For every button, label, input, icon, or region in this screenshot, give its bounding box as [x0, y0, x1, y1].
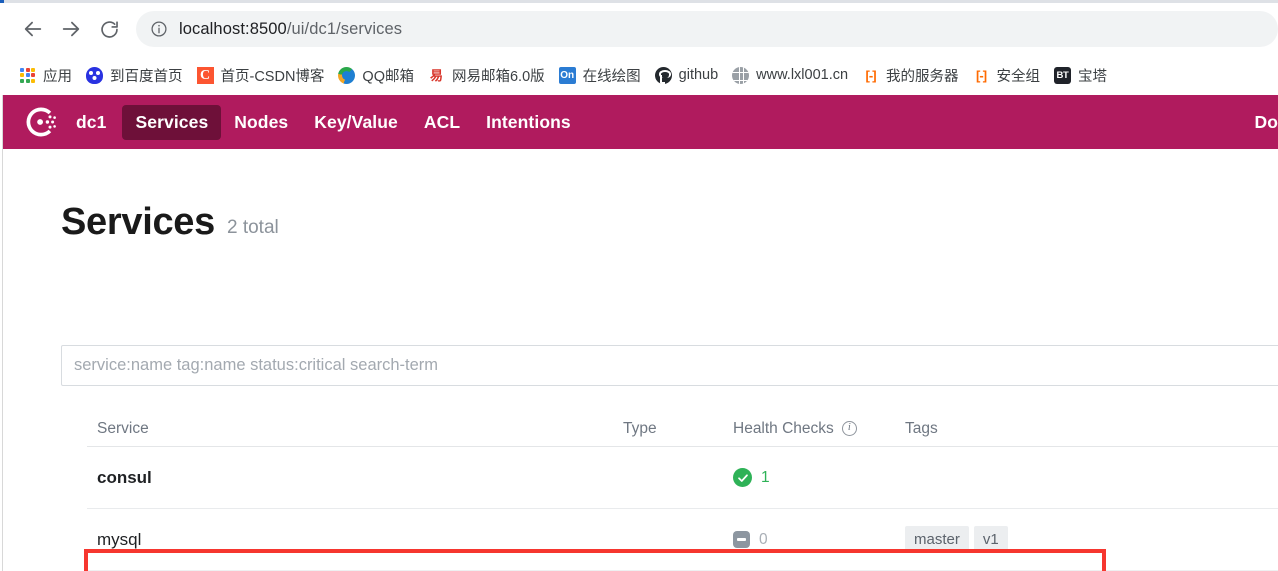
info-circle-icon[interactable]: i	[841, 421, 857, 436]
url-text: localhost:8500/ui/dc1/services	[179, 20, 402, 39]
bookmark-label: www.lxl001.cn	[756, 67, 849, 83]
page-title: Services	[61, 201, 215, 243]
nav-item-nodes[interactable]: Nodes	[221, 105, 301, 140]
table-header-row: Service Type Health Checks i Tags	[87, 411, 1278, 447]
service-tags: master v1	[905, 526, 1145, 553]
url-path: /ui/dc1/services	[286, 19, 403, 38]
browser-chrome: localhost:8500/ui/dc1/services 应用 到百度首页	[0, 0, 1278, 95]
bookmark-lxl001[interactable]: www.lxl001.cn	[725, 61, 855, 89]
bookmark-baidu[interactable]: 到百度首页	[79, 61, 190, 89]
viewport-left-edge	[0, 95, 3, 571]
url-host: localhost:8500	[179, 19, 287, 38]
minus-square-icon	[733, 531, 750, 548]
bookmark-apps[interactable]: 应用	[12, 61, 79, 89]
reload-icon[interactable]	[90, 10, 128, 48]
bookmark-label: 在线绘图	[582, 68, 641, 85]
bookmark-netease-mail[interactable]: 易 网易邮箱6.0版	[421, 61, 552, 89]
aliyun-bracket-icon: [-]	[976, 67, 987, 83]
service-name[interactable]: consul	[97, 468, 152, 487]
consul-logo-icon[interactable]	[22, 103, 60, 141]
check-circle-icon	[733, 468, 752, 487]
bookmark-label: QQ邮箱	[362, 68, 414, 85]
page-viewport: dc1 Services Nodes Key/Value ACL Intenti…	[0, 95, 1278, 571]
browser-toolbar: localhost:8500/ui/dc1/services	[0, 3, 1278, 55]
bookmark-my-server[interactable]: [-] 我的服务器	[855, 61, 966, 89]
online-draw-icon: On	[558, 66, 576, 84]
column-header-type[interactable]: Type	[623, 420, 733, 438]
bookmark-github[interactable]: github	[648, 61, 726, 89]
bookmark-qqmail[interactable]: QQ邮箱	[331, 61, 421, 89]
consul-main-nav: dc1 Services Nodes Key/Value ACL Intenti…	[0, 95, 1278, 149]
bookmark-bt-panel[interactable]: BT 宝塔	[1047, 61, 1114, 89]
tag-badge[interactable]: master	[905, 526, 969, 553]
tag-badge[interactable]: v1	[973, 526, 1008, 553]
nav-item-docs[interactable]: Do	[1241, 105, 1278, 140]
address-bar[interactable]: localhost:8500/ui/dc1/services	[136, 11, 1278, 47]
bookmark-bar: 应用 到百度首页 C 首页-CSDN博客 QQ邮箱 易 网易邮箱6.0版 On …	[0, 55, 1278, 95]
netease-mail-icon: 易	[429, 67, 443, 83]
bt-panel-icon: BT	[1054, 66, 1072, 84]
csdn-c-icon: C	[196, 66, 214, 84]
bookmark-label: 到百度首页	[110, 68, 183, 85]
baidu-paw-icon	[86, 66, 103, 84]
github-mark-icon	[654, 66, 672, 84]
bookmark-label: 安全组	[996, 68, 1041, 85]
screenshot-root: localhost:8500/ui/dc1/services 应用 到百度首页	[0, 0, 1278, 571]
search-field-wrapper	[61, 345, 1278, 386]
aliyun-bracket-icon: [-]	[865, 67, 877, 83]
bookmark-csdn[interactable]: C 首页-CSDN博客	[190, 61, 332, 89]
bookmark-label: 应用	[43, 68, 72, 85]
column-header-tags[interactable]: Tags	[905, 420, 1145, 438]
services-table: Service Type Health Checks i Tags consul	[87, 411, 1278, 571]
nav-item-acl[interactable]: ACL	[411, 105, 473, 140]
page-header: Services 2 total	[61, 203, 279, 241]
bookmark-online-draw[interactable]: On 在线绘图	[552, 61, 648, 89]
qq-mail-icon	[338, 66, 356, 84]
service-health-checks: 0	[733, 531, 905, 549]
table-row[interactable]: mysql 0 master v1	[87, 509, 1278, 571]
bookmark-security-group[interactable]: [-] 安全组	[966, 61, 1048, 89]
bookmark-label: github	[678, 67, 719, 83]
nav-datacenter-dc1[interactable]: dc1	[74, 105, 122, 140]
bookmark-label: 宝塔	[1078, 68, 1108, 85]
column-header-service[interactable]: Service	[97, 420, 623, 438]
service-name[interactable]: mysql	[97, 530, 141, 549]
search-input[interactable]	[61, 345, 1278, 386]
services-page: Services 2 total Service Type Health Che…	[3, 149, 1278, 571]
bookmark-label: 我的服务器	[886, 68, 959, 85]
health-check-count: 1	[761, 468, 770, 486]
column-header-health-label: Health Checks	[733, 419, 834, 437]
nav-item-key-value[interactable]: Key/Value	[301, 105, 411, 140]
health-check-count: 0	[759, 530, 768, 548]
forward-arrow-icon[interactable]	[52, 10, 90, 48]
nav-right-group: Do	[1241, 105, 1278, 140]
back-arrow-icon[interactable]	[14, 10, 52, 48]
bookmark-label: 网易邮箱6.0版	[451, 68, 545, 85]
globe-icon	[732, 66, 750, 84]
service-health-checks: 1	[733, 468, 905, 487]
table-row[interactable]: consul 1	[87, 447, 1278, 509]
bookmark-label: 首页-CSDN博客	[220, 68, 325, 85]
service-total-count: 2 total	[226, 217, 279, 239]
apps-grid-icon	[19, 67, 36, 84]
column-header-health-checks[interactable]: Health Checks i	[733, 420, 905, 438]
nav-item-services[interactable]: Services	[122, 104, 222, 140]
nav-item-intentions[interactable]: Intentions	[473, 105, 584, 140]
site-info-icon[interactable]	[150, 20, 168, 38]
